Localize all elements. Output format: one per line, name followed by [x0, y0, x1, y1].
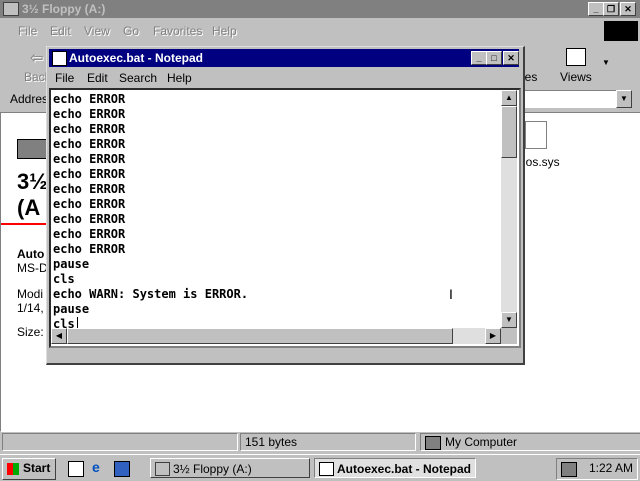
explorer-menu-bar: File Edit View Go Favorites Help — [0, 20, 600, 42]
views-label: Views — [560, 70, 592, 84]
explorer-title-bar[interactable]: 3½ Floppy (A:) _ ❐ ✕ — [0, 0, 640, 18]
views-button[interactable]: Views ▼ — [556, 46, 612, 84]
notepad-menu-bar: File Edit Search Help — [49, 69, 519, 87]
menu-favorites[interactable]: Favorites — [153, 24, 202, 38]
size-label: Size: — [17, 325, 44, 339]
scroll-up-button[interactable]: ▲ — [501, 90, 517, 106]
computer-icon — [425, 436, 441, 450]
horizontal-scroll-thumb[interactable] — [67, 328, 453, 344]
scroll-left-button[interactable]: ◀ — [51, 328, 67, 344]
network-icon[interactable] — [561, 462, 577, 477]
menu-go[interactable]: Go — [123, 24, 139, 38]
status-size: 151 bytes — [240, 433, 416, 451]
scroll-right-button[interactable]: ▶ — [485, 328, 501, 344]
modified-date: 1/14, — [17, 301, 44, 315]
vertical-scrollbar[interactable]: ▲ ▼ — [501, 90, 517, 328]
notepad-edit-area[interactable]: echo ERROR echo ERROR echo ERROR echo ER… — [49, 88, 521, 348]
status-panel-left — [2, 433, 238, 451]
selected-file-name: Auto — [17, 247, 45, 261]
notepad-menu-file[interactable]: File — [55, 71, 74, 85]
scroll-down-button[interactable]: ▼ — [501, 312, 517, 328]
address-dropdown-button[interactable]: ▼ — [616, 90, 632, 108]
views-icon — [566, 48, 586, 66]
size-grip[interactable] — [501, 328, 517, 344]
folder-icon — [3, 2, 19, 16]
minimize-button[interactable]: _ — [588, 2, 604, 16]
system-file-icon — [525, 121, 547, 149]
red-rule — [1, 223, 47, 225]
task-explorer-label: 3½ Floppy (A:) — [173, 462, 252, 476]
ibeam-cursor-icon: I — [449, 286, 453, 302]
horizontal-scrollbar[interactable]: ◀ ▶ — [51, 328, 501, 344]
start-button[interactable]: Start — [2, 458, 56, 480]
selected-file-type: MS-D — [17, 261, 48, 275]
notepad-menu-edit[interactable]: Edit — [87, 71, 108, 85]
outlook-express-icon[interactable] — [114, 461, 130, 477]
quick-launch: e — [62, 459, 142, 477]
taskbar: Start e 3½ Floppy (A:) Autoexec.bat - No… — [0, 454, 640, 481]
back-arrow-icon: ⇦ — [30, 50, 44, 67]
notepad-window[interactable]: Autoexec.bat - Notepad _ □ ✕ File Edit S… — [46, 46, 525, 365]
start-label: Start — [23, 461, 51, 475]
task-notepad-label: Autoexec.bat - Notepad — [337, 462, 472, 476]
notepad-menu-help[interactable]: Help — [167, 71, 192, 85]
show-desktop-icon[interactable] — [68, 461, 84, 477]
explorer-title: 3½ Floppy (A:) — [22, 2, 106, 16]
status-zone: My Computer — [445, 435, 518, 449]
notepad-title: Autoexec.bat - Notepad — [69, 51, 204, 65]
file-name: dos.sys — [519, 155, 560, 169]
notepad-icon — [319, 462, 334, 476]
task-notepad[interactable]: Autoexec.bat - Notepad — [314, 458, 476, 478]
notepad-menu-search[interactable]: Search — [119, 71, 157, 85]
folder-icon — [155, 462, 170, 476]
menu-help[interactable]: Help — [212, 24, 237, 38]
notepad-minimize-button[interactable]: _ — [471, 51, 487, 65]
menu-file[interactable]: File — [18, 24, 37, 38]
vertical-scroll-thumb[interactable] — [501, 106, 517, 158]
internet-explorer-icon[interactable]: e — [92, 459, 100, 475]
folder-heading-line2: (A — [17, 195, 41, 220]
windows-logo — [604, 21, 638, 41]
menu-view[interactable]: View — [84, 24, 110, 38]
task-explorer[interactable]: 3½ Floppy (A:) — [150, 458, 310, 478]
notepad-text[interactable]: echo ERROR echo ERROR echo ERROR echo ER… — [53, 92, 501, 328]
notepad-close-button[interactable]: ✕ — [503, 51, 519, 65]
file-item[interactable]: dos.sys — [519, 119, 569, 175]
views-dropdown-icon: ▼ — [602, 58, 610, 67]
clock[interactable]: 1:22 AM — [589, 461, 633, 475]
modified-label: Modi — [17, 287, 44, 301]
windows-flag-icon — [7, 463, 19, 475]
address-field[interactable] — [522, 90, 618, 108]
folder-heading-line1: 3½ — [17, 169, 48, 194]
notepad-title-bar[interactable]: Autoexec.bat - Notepad _ □ ✕ — [49, 49, 519, 67]
close-button[interactable]: ✕ — [620, 2, 636, 16]
status-zone-panel: My Computer — [420, 433, 640, 451]
system-tray: 1:22 AM — [556, 458, 638, 480]
floppy-drive-icon — [17, 139, 47, 159]
notepad-icon — [52, 51, 67, 66]
explorer-status-bar: 151 bytes My Computer — [0, 432, 640, 452]
menu-edit[interactable]: Edit — [50, 24, 71, 38]
restore-button[interactable]: ❐ — [603, 2, 619, 16]
notepad-maximize-button[interactable]: □ — [486, 51, 502, 65]
